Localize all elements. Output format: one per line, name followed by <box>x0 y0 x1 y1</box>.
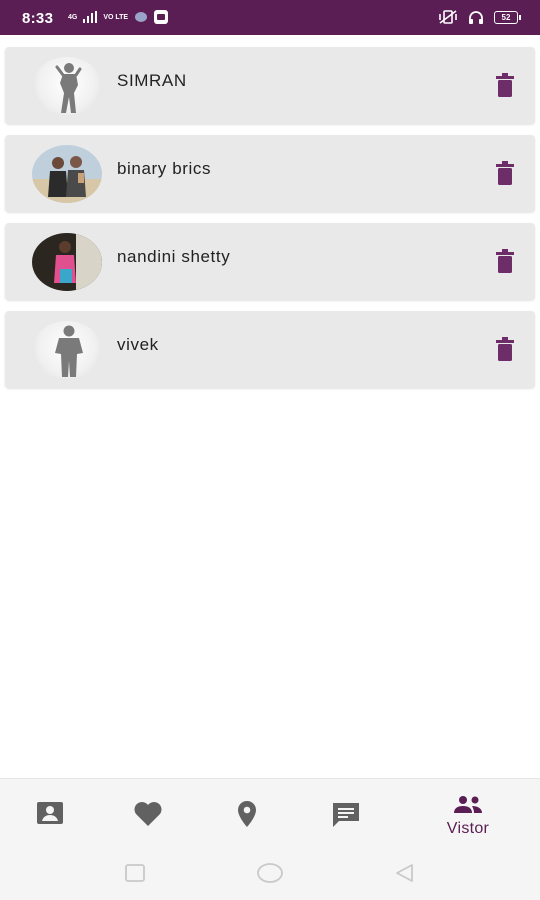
male-silhouette-icon <box>55 325 83 377</box>
delete-button[interactable] <box>495 337 515 361</box>
visitor-card[interactable]: vivek <box>5 311 535 388</box>
status-bar: 8:33 4G VO LTE 52 <box>0 0 540 35</box>
delete-button[interactable] <box>495 161 515 185</box>
trash-icon <box>496 161 514 185</box>
network-badge-4g: 4G <box>68 13 78 21</box>
visitor-name: nandini shetty <box>117 247 231 266</box>
square-icon <box>125 864 145 882</box>
recent-apps-button[interactable] <box>124 862 146 889</box>
couple-photo-icon <box>32 145 102 203</box>
visitor-name: vivek <box>117 335 159 354</box>
heart-icon <box>134 802 162 826</box>
delete-button[interactable] <box>495 249 515 273</box>
profile-card-icon <box>37 802 63 824</box>
visitor-list: SIMRAN binary brics nandini shetty vivek <box>5 47 535 399</box>
visitor-card[interactable]: binary brics <box>5 135 535 212</box>
app-notification-icon <box>135 12 148 22</box>
visitor-card[interactable]: SIMRAN <box>5 47 535 124</box>
nav-messages[interactable] <box>296 779 396 851</box>
trash-icon <box>496 73 514 97</box>
avatar <box>32 233 102 291</box>
battery-indicator: 52 <box>494 10 521 24</box>
visitor-name: SIMRAN <box>117 71 187 90</box>
nav-profile[interactable] <box>0 779 100 851</box>
female-silhouette-icon <box>55 63 82 113</box>
trash-icon <box>496 337 514 361</box>
message-notification-icon <box>154 10 169 24</box>
circle-icon <box>257 863 283 883</box>
nav-visitor[interactable]: Vistor <box>418 779 518 851</box>
back-button[interactable] <box>393 862 415 889</box>
avatar <box>32 321 102 379</box>
vibrate-off-icon <box>439 10 457 24</box>
avatar <box>32 57 102 115</box>
nav-location[interactable] <box>197 779 297 851</box>
avatar <box>32 145 102 203</box>
triangle-back-icon <box>396 864 413 882</box>
visitor-card[interactable]: nandini shetty <box>5 223 535 300</box>
delete-button[interactable] <box>495 73 515 97</box>
status-right-icons: 52 <box>438 10 521 24</box>
volte-badge: VO LTE <box>103 13 129 21</box>
chat-icon <box>333 803 359 827</box>
nav-favorites[interactable] <box>98 779 198 851</box>
location-pin-icon <box>238 801 256 827</box>
home-button[interactable] <box>256 862 284 889</box>
bottom-nav: Vistor <box>0 778 540 851</box>
nav-visitor-label: Vistor <box>446 820 490 837</box>
signal-icon <box>83 11 98 23</box>
visitor-name: binary brics <box>117 159 212 178</box>
status-left-icons: 4G VO LTE <box>68 10 169 24</box>
status-time: 8:33 <box>22 10 54 27</box>
woman-photo-icon <box>32 233 102 291</box>
system-nav-bar <box>0 850 540 900</box>
people-icon <box>454 796 482 813</box>
trash-icon <box>496 249 514 273</box>
headphones-icon <box>469 11 483 24</box>
